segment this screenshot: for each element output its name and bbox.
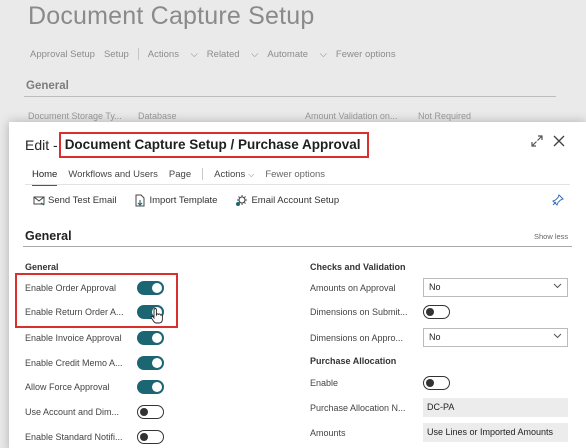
- left-column-header: General: [25, 262, 59, 272]
- dimensions-on-approval-label: Dimensions on Appro...: [310, 333, 404, 343]
- use-account-and-dimensions-toggle[interactable]: [137, 405, 164, 419]
- amounts-label: Amounts: [310, 428, 346, 438]
- close-icon[interactable]: [551, 133, 567, 149]
- expand-icon[interactable]: [530, 134, 544, 148]
- email-account-setup-button[interactable]: Email Account Setup: [235, 194, 339, 207]
- background-action-bar: Approval Setup Setup Actions ⌵ Related ⌵…: [30, 48, 405, 60]
- section-general-title: General: [25, 229, 72, 243]
- nav-related[interactable]: Related ⌵: [207, 49, 259, 60]
- tab-home[interactable]: Home: [32, 169, 58, 186]
- enable-standard-notifications-toggle[interactable]: [137, 430, 164, 444]
- show-less-link[interactable]: Show less: [534, 232, 568, 241]
- nav-separator: [137, 48, 139, 60]
- dimensions-on-submit-toggle[interactable]: [423, 305, 450, 319]
- field-label: Enable Standard Notifi...: [25, 432, 123, 442]
- dialog-title: Edit - Document Capture Setup / Purchase…: [25, 132, 369, 158]
- enable-credit-memo-approval-toggle[interactable]: [137, 356, 164, 370]
- send-test-email-button[interactable]: Send Test Email: [33, 195, 116, 206]
- field-label: Enable Credit Memo A...: [25, 358, 123, 368]
- enable-allocation-label: Enable: [310, 378, 339, 388]
- allow-force-approval-toggle[interactable]: [137, 380, 164, 394]
- tab-fewer-options[interactable]: Fewer options: [265, 169, 325, 180]
- field-label: Allow Force Approval: [25, 382, 110, 392]
- import-document-icon: [135, 194, 145, 207]
- amounts-value: Use Lines or Imported Amounts: [423, 423, 568, 442]
- send-email-icon: [33, 196, 45, 206]
- field-label: Enable Invoice Approval: [25, 333, 122, 343]
- storage-label: Document Storage Ty...: [28, 111, 122, 121]
- background-section-general: General: [26, 80, 69, 92]
- chevron-down-icon: ⌵: [248, 169, 255, 179]
- import-template-button[interactable]: Import Template: [134, 194, 217, 207]
- dialog-toolbar: Send Test Email Import Template Email Ac…: [33, 194, 357, 207]
- background-divider: [24, 96, 556, 97]
- storage-value: Database: [138, 111, 177, 121]
- tab-workflows-and-users[interactable]: Workflows and Users: [68, 169, 158, 180]
- purchase-allocation-header: Purchase Allocation: [310, 356, 397, 366]
- settings-gear-icon: [236, 195, 248, 206]
- page-title: Document Capture Setup: [28, 2, 315, 30]
- amounts-on-approval-label: Amounts on Approval: [310, 283, 396, 293]
- hand-cursor-icon: [150, 308, 163, 324]
- purchase-allocation-no-label: Purchase Allocation N...: [310, 403, 406, 413]
- nav-actions[interactable]: Actions ⌵: [148, 49, 198, 60]
- dialog-tabs: Home Workflows and Users Page Actions ⌵ F…: [32, 168, 336, 186]
- dimensions-on-approval-select[interactable]: No: [423, 328, 568, 347]
- dimensions-on-submit-label: Dimensions on Submit...: [310, 307, 408, 317]
- edit-dialog: Edit - Document Capture Setup / Purchase…: [9, 122, 586, 448]
- purchase-allocation-no-value: DC-PA: [423, 398, 568, 417]
- tab-page[interactable]: Page: [169, 169, 191, 180]
- nav-automate[interactable]: Automate ⌵: [267, 49, 327, 60]
- chevron-down-icon: [553, 333, 562, 339]
- pin-icon[interactable]: [552, 194, 564, 206]
- tab-actions[interactable]: Actions ⌵: [214, 169, 254, 180]
- amounts-on-approval-select[interactable]: No: [423, 278, 568, 297]
- nav-setup[interactable]: Setup: [104, 49, 129, 60]
- amount-validation-label: Amount Validation on...: [305, 111, 398, 121]
- tab-separator: [202, 168, 204, 180]
- chevron-down-icon: [553, 283, 562, 289]
- tab-divider: [25, 184, 570, 185]
- nav-approval-setup[interactable]: Approval Setup: [30, 49, 95, 60]
- dialog-title-highlight: Document Capture Setup / Purchase Approv…: [58, 132, 369, 158]
- section-divider: [23, 246, 572, 247]
- amount-validation-value: Not Required: [418, 111, 472, 121]
- checks-validation-header: Checks and Validation: [310, 262, 406, 272]
- dialog-title-prefix: Edit -: [25, 137, 58, 153]
- enable-allocation-toggle[interactable]: [423, 376, 450, 390]
- nav-fewer-options[interactable]: Fewer options: [336, 49, 396, 60]
- enable-invoice-approval-toggle[interactable]: [137, 331, 164, 345]
- field-label: Use Account and Dim...: [25, 407, 120, 417]
